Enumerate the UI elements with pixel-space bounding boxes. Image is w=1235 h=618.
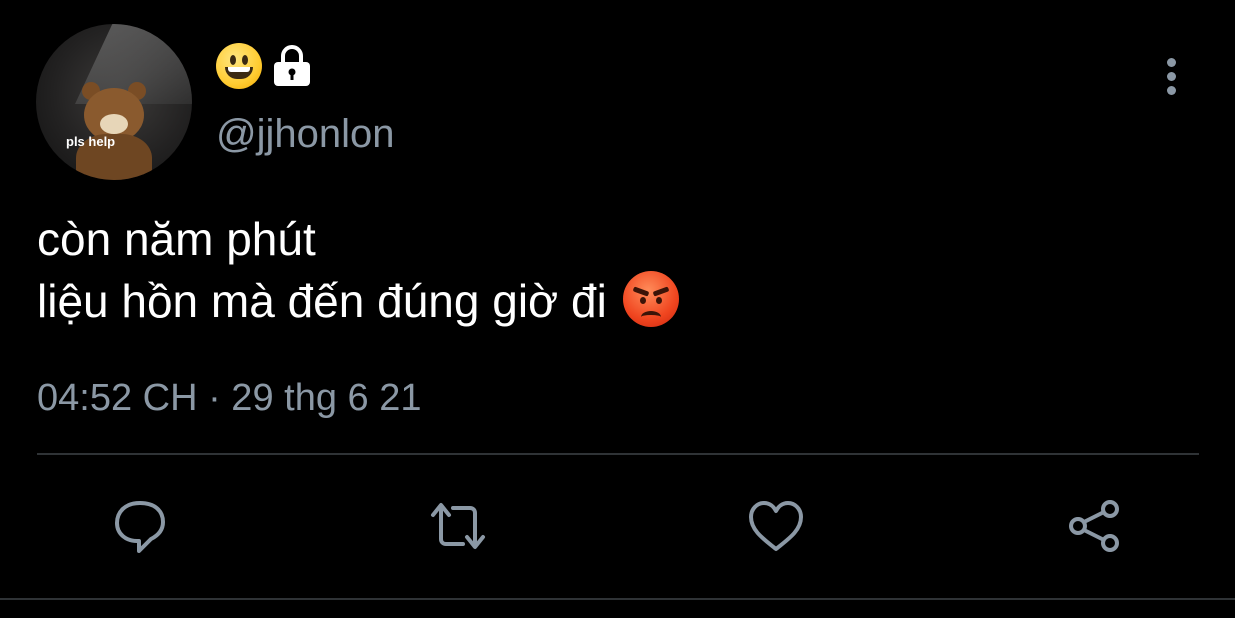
- share-icon: [1069, 500, 1119, 552]
- retweet-icon: [431, 503, 485, 549]
- angry-face-emoji-icon: [622, 271, 679, 327]
- share-button[interactable]: [1058, 490, 1130, 562]
- divider-bottom: [0, 598, 1235, 600]
- tweet-text: còn năm phút liệu hồn mà đến đúng giờ đi: [37, 208, 679, 332]
- like-button[interactable]: [740, 490, 812, 562]
- tweet-line-2-text: liệu hồn mà đến đúng giờ đi: [37, 275, 607, 327]
- grinning-face-emoji-icon: [216, 43, 262, 89]
- reply-button[interactable]: [104, 490, 176, 562]
- avatar[interactable]: pls help: [36, 24, 192, 180]
- more-options-icon[interactable]: [1160, 58, 1182, 95]
- avatar-bear-muzzle: [100, 114, 128, 134]
- divider: [37, 453, 1199, 455]
- user-handle[interactable]: @jjhonlon: [216, 110, 395, 158]
- heart-icon: [749, 501, 803, 551]
- tweet-line-1: còn năm phút: [37, 213, 316, 265]
- lock-icon: [272, 44, 312, 88]
- retweet-button[interactable]: [422, 490, 494, 562]
- tweet-timestamp[interactable]: 04:52 CH · 29 thg 6 21: [37, 374, 421, 422]
- action-bar: [0, 490, 1235, 562]
- tweet-card: pls help @jjhonlon còn năm phút liệu hồn…: [0, 0, 1235, 618]
- avatar-caption: pls help: [66, 134, 116, 149]
- tweet-line-2: liệu hồn mà đến đúng giờ đi: [37, 270, 679, 332]
- display-name[interactable]: [216, 42, 312, 90]
- comment-bubble-icon: [115, 501, 165, 553]
